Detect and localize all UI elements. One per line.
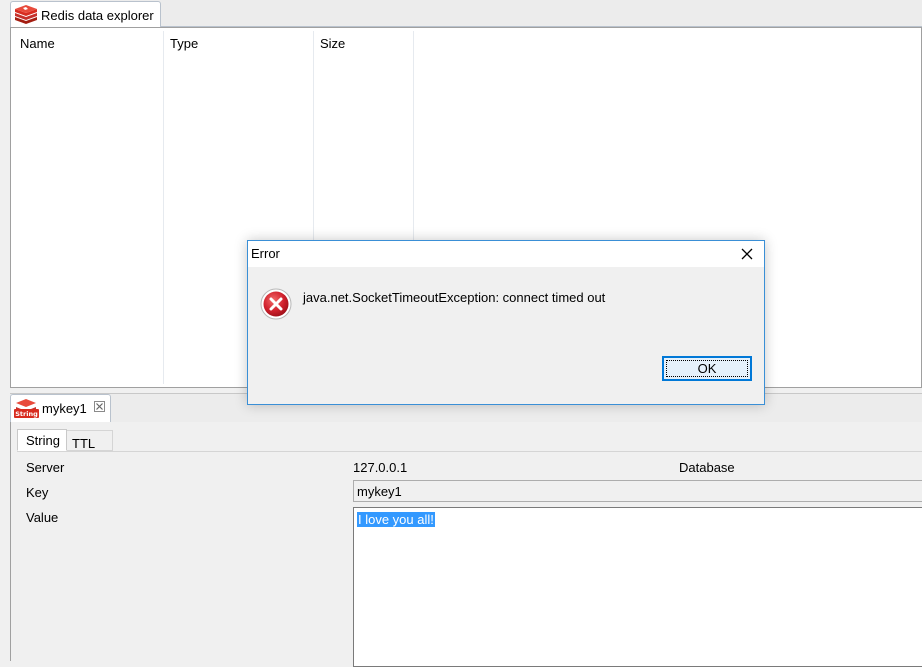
tab-mykey1[interactable]: String mykey1 xyxy=(10,394,111,422)
column-header-type[interactable]: Type xyxy=(170,36,198,51)
tab-string[interactable]: String xyxy=(17,429,67,451)
close-tab-icon[interactable] xyxy=(93,400,106,413)
redis-icon xyxy=(15,5,37,24)
ok-button[interactable]: OK xyxy=(662,356,752,381)
error-dialog: Error java.net.SocketTimeoutException: c… xyxy=(247,240,765,405)
dialog-titlebar[interactable]: Error xyxy=(248,241,764,267)
error-message: java.net.SocketTimeoutException: connect… xyxy=(303,290,606,305)
tab-label: mykey1 xyxy=(42,401,87,416)
column-header-size[interactable]: Size xyxy=(320,36,345,51)
string-type-icon: String xyxy=(14,399,39,418)
tab-label: Redis data explorer xyxy=(41,8,154,23)
key-editor-panel: String TTL Server 127.0.0.1 Database Key… xyxy=(10,422,922,667)
value-textarea[interactable]: I love you all! xyxy=(353,507,922,667)
key-editor-view: String mykey1 String TTL Server 127.0.0.… xyxy=(10,393,922,667)
database-label: Database xyxy=(679,460,735,475)
column-divider[interactable] xyxy=(163,31,164,384)
server-label: Server xyxy=(26,460,65,475)
ok-button-label: OK xyxy=(697,361,717,376)
key-label: Key xyxy=(26,485,49,500)
value-selected-text[interactable]: I love you all! xyxy=(357,512,435,527)
value-label: Value xyxy=(26,510,59,525)
tab-redis-data-explorer[interactable]: Redis data explorer xyxy=(10,1,161,27)
key-field[interactable]: mykey1 xyxy=(353,480,922,502)
error-icon xyxy=(260,288,292,320)
dialog-title: Error xyxy=(251,246,280,261)
close-icon[interactable] xyxy=(738,245,756,263)
tab-ttl[interactable]: TTL xyxy=(67,430,113,451)
tab-divider xyxy=(17,451,922,452)
server-value: 127.0.0.1 xyxy=(353,460,408,475)
column-header-name[interactable]: Name xyxy=(20,36,55,51)
string-type-icon-text: String xyxy=(15,410,38,418)
